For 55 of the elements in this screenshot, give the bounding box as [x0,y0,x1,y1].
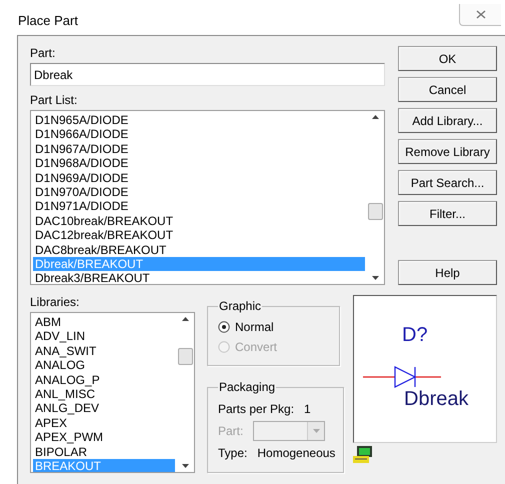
group-title: Packaging [218,380,276,394]
scroll-down-icon[interactable] [372,276,379,280]
radio-label: Normal [235,320,274,334]
part-list-item[interactable]: D1N970A/DIODE [33,184,365,200]
part-select-label: Part: [218,424,244,438]
part-list-item[interactable]: D1N968A/DIODE [33,156,365,171]
part-list-item[interactable]: D1N971A/DIODE [33,199,365,214]
help-button[interactable]: Help [398,260,497,285]
schematic-icon[interactable] [353,446,373,463]
scroll-up-icon[interactable] [182,317,189,321]
scroll-down-icon[interactable] [182,464,189,468]
library-item[interactable]: APEX [33,416,175,430]
library-item[interactable]: ABM [33,315,175,330]
close-icon [476,10,486,19]
part-list-item[interactable]: DAC8break/BREAKOUT [33,242,365,257]
dialog-button[interactable]: Filter... [398,201,497,226]
part-field[interactable]: Dbreak [30,63,385,86]
reference-designator: D? [402,324,428,347]
part-list-item[interactable]: DAC10break/BREAKOUT [33,214,365,228]
group-title: Graphic [218,299,262,313]
part-list-item[interactable]: D1N966A/DIODE [33,127,365,142]
part-list-item[interactable]: D1N969A/DIODE [33,170,365,185]
dialog-button[interactable]: Remove Library [398,139,497,164]
dialog-button[interactable]: Part Search... [398,170,497,195]
dropdown-arrow-icon [312,429,320,433]
part-label: Part: [30,46,56,61]
library-item[interactable]: ANA_SWIT [33,344,175,358]
dialog-button[interactable]: OK [398,46,497,71]
part-list-item[interactable]: Dbreak3/BREAKOUT [33,271,365,284]
library-item[interactable]: ANLG_DEV [33,401,175,416]
scroll-thumb[interactable] [178,348,193,365]
radio-label: Convert [235,340,278,354]
library-item[interactable]: BIPOLAR [33,444,175,459]
type-label: Type: [218,446,248,460]
close-button[interactable] [459,4,501,26]
part-list-item[interactable]: D1N967A/DIODE [33,142,365,156]
parts-per-pkg-value: 1 [304,402,311,416]
part-list-item[interactable]: D1N965A/DIODE [33,113,365,128]
part-list-item[interactable]: DAC12break/BREAKOUT [33,228,365,243]
parts-per-pkg-label: Parts per Pkg: [218,402,294,416]
library-item[interactable]: APEX_PWM [33,430,175,445]
dialog-button[interactable]: Add Library... [398,108,497,133]
window-title: Place Part [18,13,78,28]
library-item[interactable]: ANL_MISC [33,386,175,402]
type-value: Homogeneous [257,446,336,460]
scroll-thumb[interactable] [368,203,383,220]
library-item[interactable]: ANALOG [33,358,175,373]
library-item[interactable]: ANALOG_P [33,372,175,387]
part-name: Dbreak [404,388,468,411]
dialog-button[interactable]: Cancel [398,77,497,102]
scroll-up-icon[interactable] [372,115,379,119]
radio-button[interactable] [218,321,230,333]
part-list-label: Part List: [30,93,78,108]
library-item[interactable]: ADV_LIN [33,329,175,344]
libraries-label: Libraries: [30,295,80,310]
